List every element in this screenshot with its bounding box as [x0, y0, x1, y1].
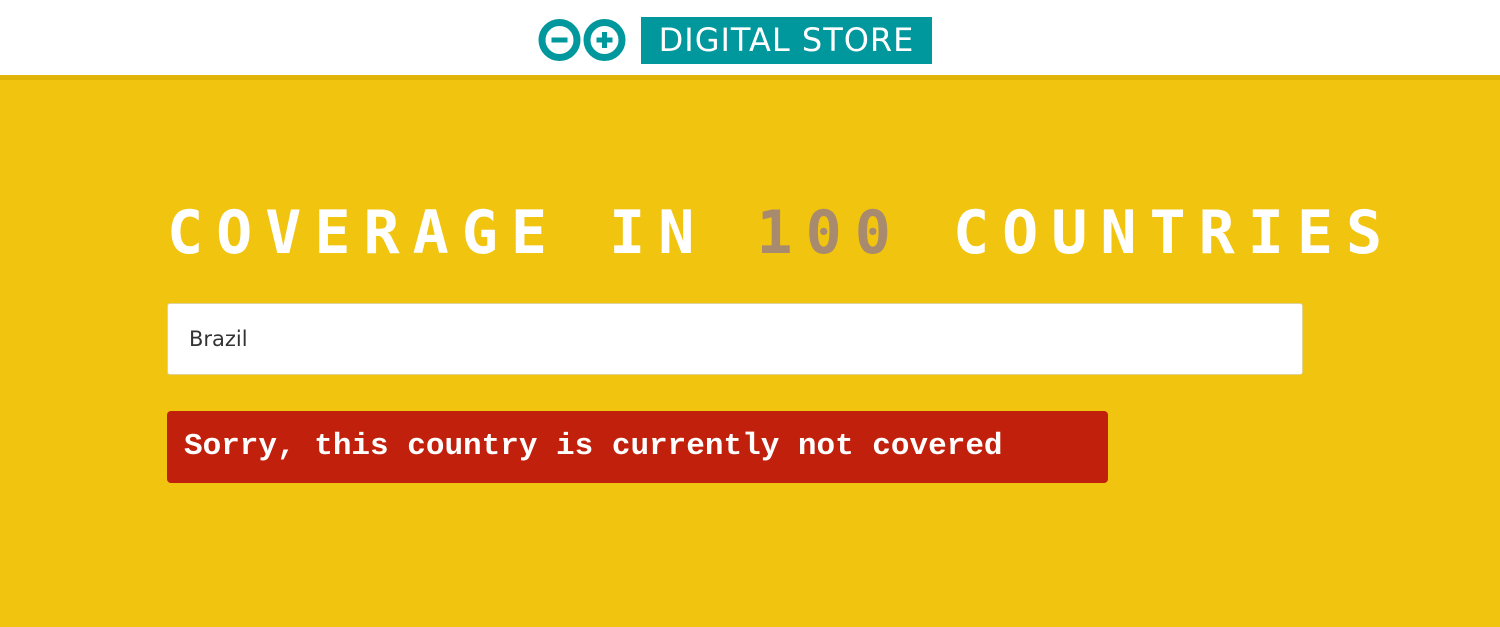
country-search-input[interactable]: [167, 303, 1303, 375]
country-count: 100: [756, 198, 904, 268]
site-header: DIGITAL STORE: [0, 0, 1500, 80]
not-covered-alert: Sorry, this country is currently not cov…: [167, 411, 1108, 483]
title-suffix: COUNTRIES: [952, 198, 1396, 268]
store-label: DIGITAL STORE: [641, 16, 932, 64]
arduino-infinity-icon: [538, 19, 626, 61]
coverage-title: COVERAGE IN 100 COUNTRIES: [167, 198, 1395, 268]
digital-store-logo[interactable]: DIGITAL STORE: [537, 16, 932, 64]
title-prefix: COVERAGE IN: [167, 198, 708, 268]
